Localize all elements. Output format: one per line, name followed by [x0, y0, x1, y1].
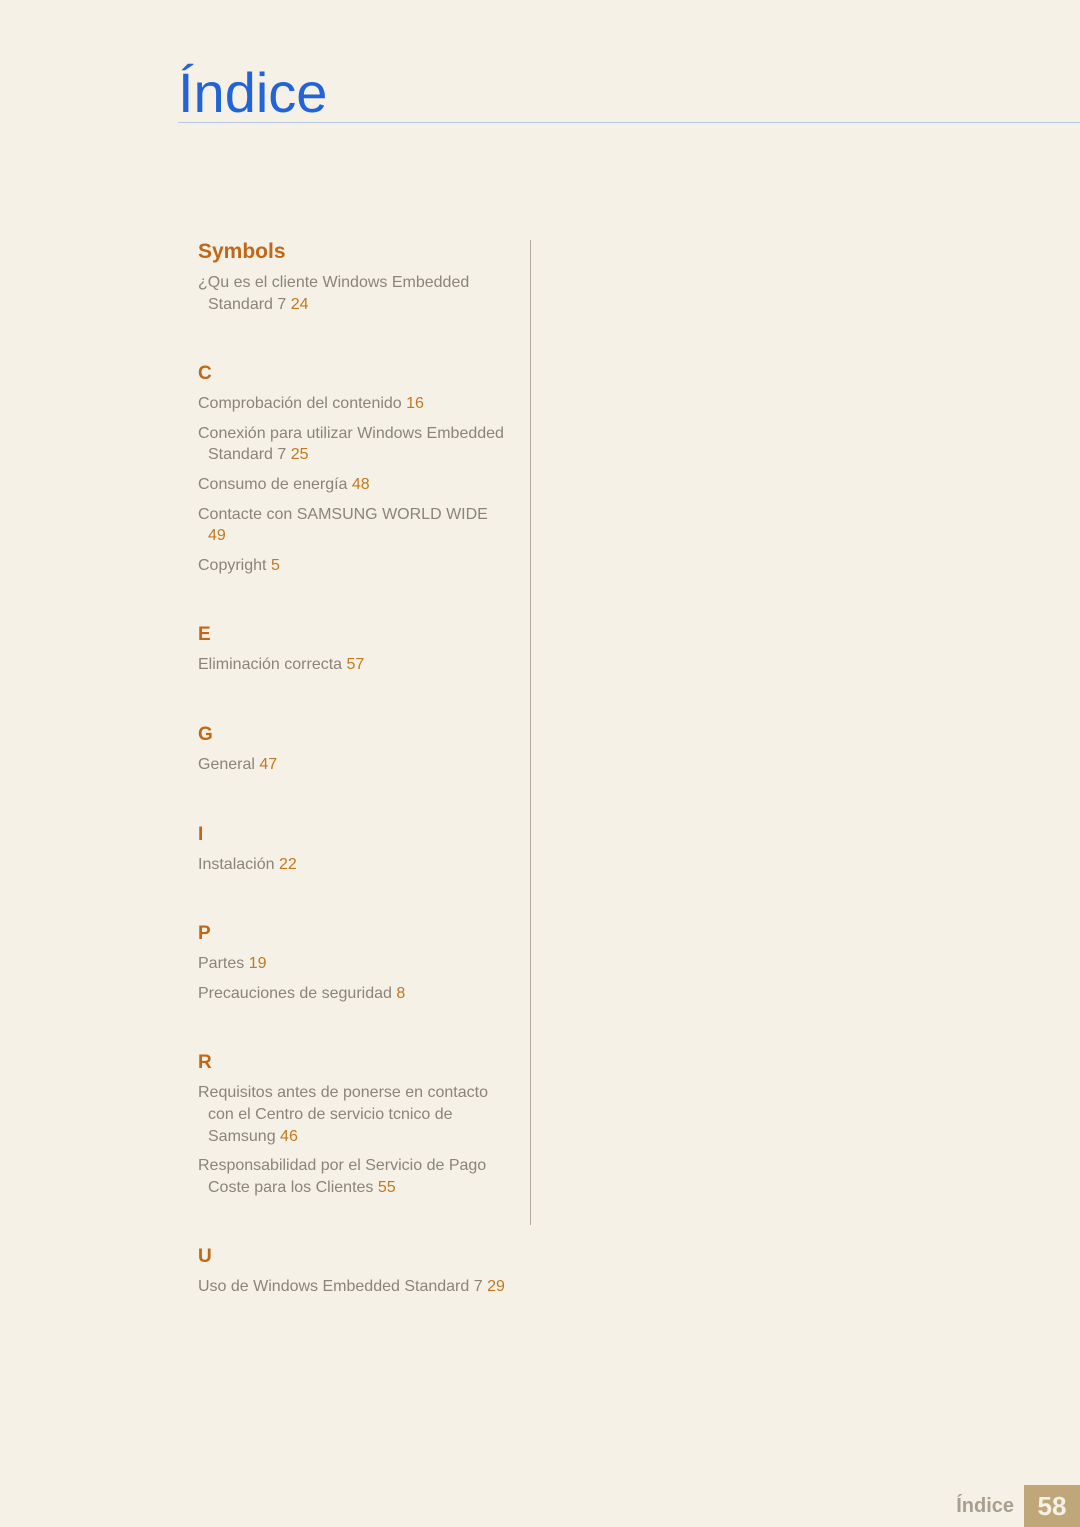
entry-page-ref[interactable]: 57: [347, 656, 365, 673]
section-heading: R: [198, 1052, 508, 1074]
index-section: E Eliminación correcta 57: [198, 624, 508, 676]
column-divider: [530, 240, 531, 1225]
entry-page-ref[interactable]: 22: [279, 856, 297, 873]
entry-text: Contacte con SAMSUNG WORLD WIDE: [198, 506, 488, 523]
index-section: G General 47: [198, 724, 508, 776]
entry-text: Eliminación correcta: [198, 656, 342, 673]
entry-page-ref[interactable]: 46: [280, 1128, 298, 1145]
entry-text: Comprobación del contenido: [198, 395, 402, 412]
index-entry[interactable]: Instalación 22: [198, 854, 508, 876]
entry-page-ref[interactable]: 25: [291, 446, 309, 463]
entry-text: Requisitos antes de ponerse en contacto …: [198, 1084, 488, 1144]
index-section: U Uso de Windows Embedded Standard 7 29: [198, 1246, 508, 1298]
index-entry[interactable]: Eliminación correcta 57: [198, 654, 508, 676]
entry-page-ref[interactable]: 47: [259, 756, 277, 773]
index-entry[interactable]: Copyright 5: [198, 555, 508, 577]
section-heading: I: [198, 824, 508, 846]
entry-text: Conexión para utilizar Windows Embedded …: [198, 425, 504, 464]
entry-text: Consumo de energía: [198, 476, 347, 493]
section-heading: P: [198, 923, 508, 945]
entry-page-ref[interactable]: 16: [406, 395, 424, 412]
entry-page-ref[interactable]: 48: [352, 476, 370, 493]
index-entry[interactable]: Uso de Windows Embedded Standard 7 29: [198, 1276, 508, 1298]
index-content: Symbols ¿Qu es el cliente Windows Embedde…: [198, 240, 508, 1346]
page-footer: Índice 58: [0, 1485, 1080, 1527]
entry-page-ref[interactable]: 5: [271, 557, 280, 574]
entry-text: Responsabilidad por el Servicio de Pago …: [198, 1157, 486, 1196]
index-entry[interactable]: Contacte con SAMSUNG WORLD WIDE 49: [198, 504, 508, 547]
index-section: I Instalación 22: [198, 824, 508, 876]
section-heading: Symbols: [198, 240, 508, 264]
entry-text: Precauciones de seguridad: [198, 985, 392, 1002]
section-heading: C: [198, 363, 508, 385]
entry-text: Copyright: [198, 557, 266, 574]
entry-page-ref[interactable]: 19: [249, 955, 267, 972]
entry-page-ref[interactable]: 24: [291, 296, 309, 313]
entry-text: Partes: [198, 955, 244, 972]
entry-text: Uso de Windows Embedded Standard 7: [198, 1278, 483, 1295]
index-entry[interactable]: Consumo de energía 48: [198, 474, 508, 496]
index-entry[interactable]: Precauciones de seguridad 8: [198, 983, 508, 1005]
entry-page-ref[interactable]: 29: [487, 1278, 505, 1295]
entry-text: Instalación: [198, 856, 275, 873]
entry-text: General: [198, 756, 255, 773]
section-heading: G: [198, 724, 508, 746]
index-entry[interactable]: Conexión para utilizar Windows Embedded …: [198, 423, 508, 466]
index-entry[interactable]: Requisitos antes de ponerse en contacto …: [198, 1082, 508, 1147]
entry-page-ref[interactable]: 55: [378, 1179, 396, 1196]
index-entry[interactable]: General 47: [198, 754, 508, 776]
footer-page-box: 58: [1024, 1485, 1080, 1527]
section-heading: U: [198, 1246, 508, 1268]
entry-text: ¿Qu es el cliente Windows Embedded Stand…: [198, 274, 469, 313]
index-entry[interactable]: Responsabilidad por el Servicio de Pago …: [198, 1155, 508, 1198]
title-rule: [178, 122, 1080, 123]
index-entry[interactable]: Comprobación del contenido 16: [198, 393, 508, 415]
index-entry[interactable]: ¿Qu es el cliente Windows Embedded Stand…: [198, 272, 508, 315]
index-section: R Requisitos antes de ponerse en contacto…: [198, 1052, 508, 1198]
footer-label: Índice: [956, 1495, 1014, 1518]
entry-page-ref[interactable]: 49: [208, 527, 226, 544]
index-section: Symbols ¿Qu es el cliente Windows Embedde…: [198, 240, 508, 315]
index-entry[interactable]: Partes 19: [198, 953, 508, 975]
index-section: C Comprobación del contenido 16 Conexión p…: [198, 363, 508, 576]
section-heading: E: [198, 624, 508, 646]
index-section: P Partes 19 Precauciones de seguridad 8: [198, 923, 508, 1004]
footer-page-number: 58: [1038, 1491, 1067, 1522]
entry-page-ref[interactable]: 8: [396, 985, 405, 1002]
page-title: Índice: [178, 60, 327, 125]
